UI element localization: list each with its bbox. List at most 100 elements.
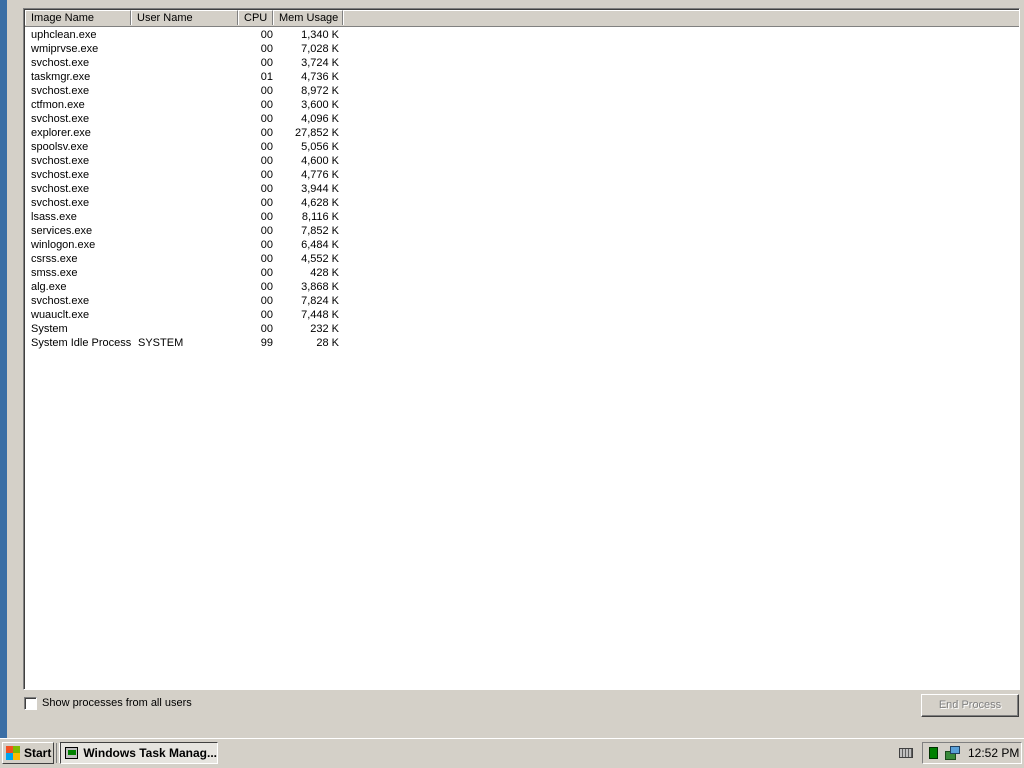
process-row[interactable]: System Idle Process SYSTEM 99 28 K [25,336,355,350]
column-header-mem-usage[interactable]: Mem Usage [273,10,343,25]
process-row[interactable]: lsass.exe 00 8,116 K [25,210,355,224]
process-row[interactable]: svchost.exe 00 3,944 K [25,182,355,196]
process-mem-usage: 3,868 K [301,281,339,293]
process-cpu: 00 [260,211,273,223]
process-mem-usage: 1,340 K [301,29,339,41]
end-process-button[interactable]: End Process [921,694,1019,717]
process-row[interactable]: taskmgr.exe 01 4,736 K [25,70,355,84]
process-image-name: csrss.exe [31,253,78,265]
process-mem-usage: 3,944 K [301,183,339,195]
taskbar-item-label: Windows Task Manag... [83,746,217,760]
system-tray: 12:52 PM [922,742,1022,764]
show-all-users-label[interactable]: Show processes from all users [42,697,192,709]
process-image-name: System Idle Process [31,337,132,349]
process-list[interactable]: Image Name User Name CPU Mem Usage uphcl… [23,8,1020,690]
process-mem-usage: 4,096 K [301,113,339,125]
process-cpu: 00 [260,127,273,139]
process-cpu: 00 [260,295,273,307]
process-mem-usage: 4,600 K [301,155,339,167]
process-row[interactable]: uphclean.exe 00 1,340 K [25,28,355,42]
column-header-image-name[interactable]: Image Name [25,10,131,25]
process-image-name: svchost.exe [31,197,90,209]
process-mem-usage: 4,628 K [301,197,339,209]
process-mem-usage: 28 K [316,337,339,349]
network-icon[interactable] [945,746,960,760]
show-all-users-checkbox[interactable] [24,696,37,710]
taskbar-item-task-manager[interactable]: Windows Task Manag... [60,742,218,764]
process-cpu: 00 [260,267,273,279]
process-mem-usage: 7,852 K [301,225,339,237]
process-row[interactable]: svchost.exe 00 4,628 K [25,196,355,210]
process-cpu: 00 [260,155,273,167]
process-row[interactable]: explorer.exe 00 27,852 K [25,126,355,140]
process-row[interactable]: spoolsv.exe 00 5,056 K [25,140,355,154]
process-mem-usage: 6,484 K [301,239,339,251]
process-image-name: svchost.exe [31,295,90,307]
process-user-name: SYSTEM [138,337,184,349]
process-row[interactable]: wuauclt.exe 00 7,448 K [25,308,355,322]
process-cpu: 00 [260,239,273,251]
process-image-name: explorer.exe [31,127,91,139]
windows-logo-icon [6,746,20,760]
process-image-name: smss.exe [31,267,78,279]
process-cpu: 00 [260,113,273,125]
process-mem-usage: 7,824 K [301,295,339,307]
process-image-name: svchost.exe [31,183,90,195]
process-image-name: svchost.exe [31,85,90,97]
process-mem-usage: 3,724 K [301,57,339,69]
process-mem-usage: 7,448 K [301,309,339,321]
column-header-cpu[interactable]: CPU [238,10,273,25]
process-cpu: 00 [260,57,273,69]
process-row[interactable]: csrss.exe 00 4,552 K [25,252,355,266]
start-label: Start [24,746,52,760]
process-cpu: 00 [260,183,273,195]
process-mem-usage: 4,776 K [301,169,339,181]
process-row[interactable]: svchost.exe 00 4,776 K [25,168,355,182]
process-row[interactable]: svchost.exe 00 3,724 K [25,56,355,70]
process-row[interactable]: System 00 232 K [25,322,355,336]
column-header-user-name[interactable]: User Name [131,10,238,25]
process-row[interactable]: svchost.exe 00 4,600 K [25,154,355,168]
column-header-row: Image Name User Name CPU Mem Usage [25,10,1019,27]
process-cpu: 00 [260,99,273,111]
process-image-name: ctfmon.exe [31,99,85,111]
process-cpu: 00 [260,309,273,321]
start-button[interactable]: Start [2,742,54,764]
process-row[interactable]: alg.exe 00 3,868 K [25,280,355,294]
process-cpu: 00 [260,281,273,293]
process-image-name: winlogon.exe [31,239,96,251]
process-cpu: 00 [260,197,273,209]
process-image-name: services.exe [31,225,93,237]
process-row[interactable]: wmiprvse.exe 00 7,028 K [25,42,355,56]
task-manager-cpu-icon[interactable] [929,747,938,759]
process-mem-usage: 3,600 K [301,99,339,111]
process-image-name: spoolsv.exe [31,141,89,153]
process-row[interactable]: winlogon.exe 00 6,484 K [25,238,355,252]
process-cpu: 00 [260,141,273,153]
process-row[interactable]: svchost.exe 00 4,096 K [25,112,355,126]
process-image-name: svchost.exe [31,169,90,181]
keyboard-icon[interactable] [899,748,913,758]
process-row[interactable]: smss.exe 00 428 K [25,266,355,280]
process-mem-usage: 4,736 K [301,71,339,83]
process-cpu: 00 [260,85,273,97]
process-row[interactable]: svchost.exe 00 8,972 K [25,84,355,98]
process-image-name: wuauclt.exe [31,309,90,321]
task-manager-icon [65,747,79,759]
process-mem-usage: 8,116 K [301,211,339,223]
process-image-name: System [31,323,68,335]
process-row[interactable]: services.exe 00 7,852 K [25,224,355,238]
process-row[interactable]: ctfmon.exe 00 3,600 K [25,98,355,112]
process-cpu: 00 [260,169,273,181]
process-cpu: 00 [260,323,273,335]
process-mem-usage: 7,028 K [301,43,339,55]
process-cpu: 00 [260,253,273,265]
process-cpu: 00 [260,29,273,41]
clock[interactable]: 12:52 PM [968,743,1019,763]
process-mem-usage: 27,852 K [294,127,339,139]
process-row[interactable]: svchost.exe 00 7,824 K [25,294,355,308]
process-image-name: alg.exe [31,281,67,293]
process-rows: uphclean.exe 00 1,340 K wmiprvse.exe 00 7,028… [25,28,355,350]
show-all-users-option[interactable]: Show processes from all users [24,696,192,710]
process-mem-usage: 428 K [310,267,339,279]
